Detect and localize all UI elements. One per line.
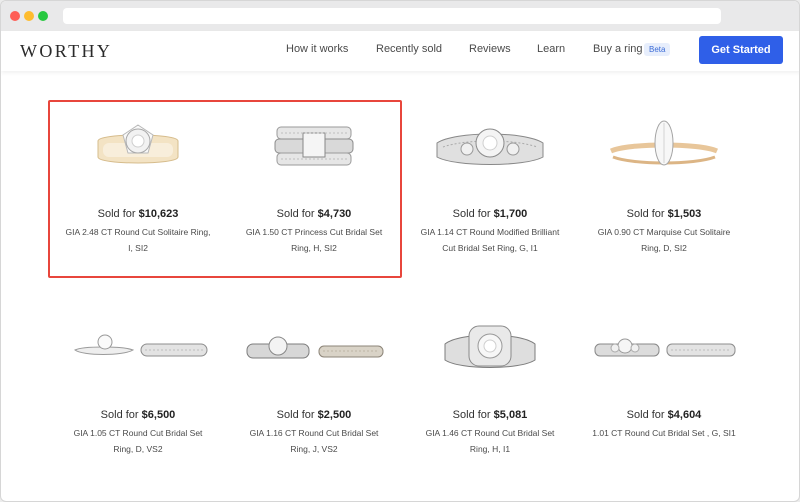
sold-price-line: Sold for $1,700 — [452, 208, 528, 220]
item-description: GIA 1.46 CT Round Cut Bridal Set Ring, H,… — [425, 428, 555, 454]
minimize-window-icon[interactable] — [24, 11, 34, 21]
sold-price-line: Sold for $5,081 — [452, 409, 528, 421]
ring-image — [609, 120, 719, 166]
item-description: GIA 0.90 CT Marquise Cut Solitaire Ring, … — [597, 227, 731, 253]
site-header: WORTHY How it works Recently sold Review… — [1, 31, 799, 71]
ring-image — [444, 325, 536, 368]
nav-link-reviews[interactable]: Reviews — [469, 43, 511, 55]
maximize-window-icon[interactable] — [38, 11, 48, 21]
sold-price-line: Sold for $2,500 — [276, 409, 352, 421]
sold-price: $1,503 — [667, 208, 702, 220]
browser-window: WORTHY How it works Recently sold Review… — [0, 0, 800, 502]
sold-item-card[interactable]: Sold for $5,081 GIA 1.46 CT Round Cut Br… — [405, 314, 575, 457]
item-description: GIA 1.05 CT Round Cut Bridal Set Ring, D,… — [73, 428, 203, 454]
ring-image — [436, 128, 544, 165]
nav-link-buy-a-ring[interactable]: Buy a ring — [593, 43, 643, 55]
close-window-icon[interactable] — [10, 11, 20, 21]
sold-item-card[interactable]: Sold for $4,604 1.01 CT Round Cut Bridal… — [579, 314, 749, 441]
sold-item-card[interactable]: Sold for $6,500 GIA 1.05 CT Round Cut Br… — [53, 314, 223, 457]
beta-badge: Beta — [644, 43, 671, 56]
nav-link-learn[interactable]: Learn — [537, 43, 565, 55]
sold-price-line: Sold for $1,503 — [626, 208, 702, 220]
get-started-button[interactable]: Get Started — [699, 36, 783, 64]
sold-price: $1,700 — [493, 208, 528, 220]
sold-price: $2,500 — [317, 409, 352, 421]
browser-titlebar — [1, 1, 799, 31]
sold-item-card[interactable]: Sold for $1,700 GIA 1.14 CT Round Modifi… — [405, 113, 575, 256]
sold-price-line: Sold for $6,500 — [100, 409, 176, 421]
sold-item-card[interactable]: Sold for $1,503 GIA 0.90 CT Marquise Cut… — [579, 113, 749, 256]
highlight-box — [48, 100, 402, 278]
item-description: GIA 1.14 CT Round Modified Brilliant Cut … — [420, 227, 560, 253]
sold-price-line: Sold for $4,604 — [626, 409, 702, 421]
nav-link-recently-sold[interactable]: Recently sold — [376, 43, 442, 55]
site-logo[interactable]: WORTHY — [20, 41, 112, 62]
item-description: 1.01 CT Round Cut Bridal Set , G, SI1 — [592, 428, 736, 438]
ring-image — [74, 334, 208, 357]
sold-price: $6,500 — [141, 409, 176, 421]
ring-image — [246, 336, 384, 359]
sold-price: $5,081 — [493, 409, 528, 421]
ring-image — [594, 338, 736, 357]
sold-price: $4,604 — [667, 409, 702, 421]
nav-link-how-it-works[interactable]: How it works — [286, 43, 348, 55]
address-bar[interactable] — [63, 8, 721, 24]
sold-item-card[interactable]: Sold for $2,500 GIA 1.16 CT Round Cut Br… — [229, 314, 399, 457]
item-description: GIA 1.16 CT Round Cut Bridal Set Ring, J,… — [249, 428, 379, 454]
